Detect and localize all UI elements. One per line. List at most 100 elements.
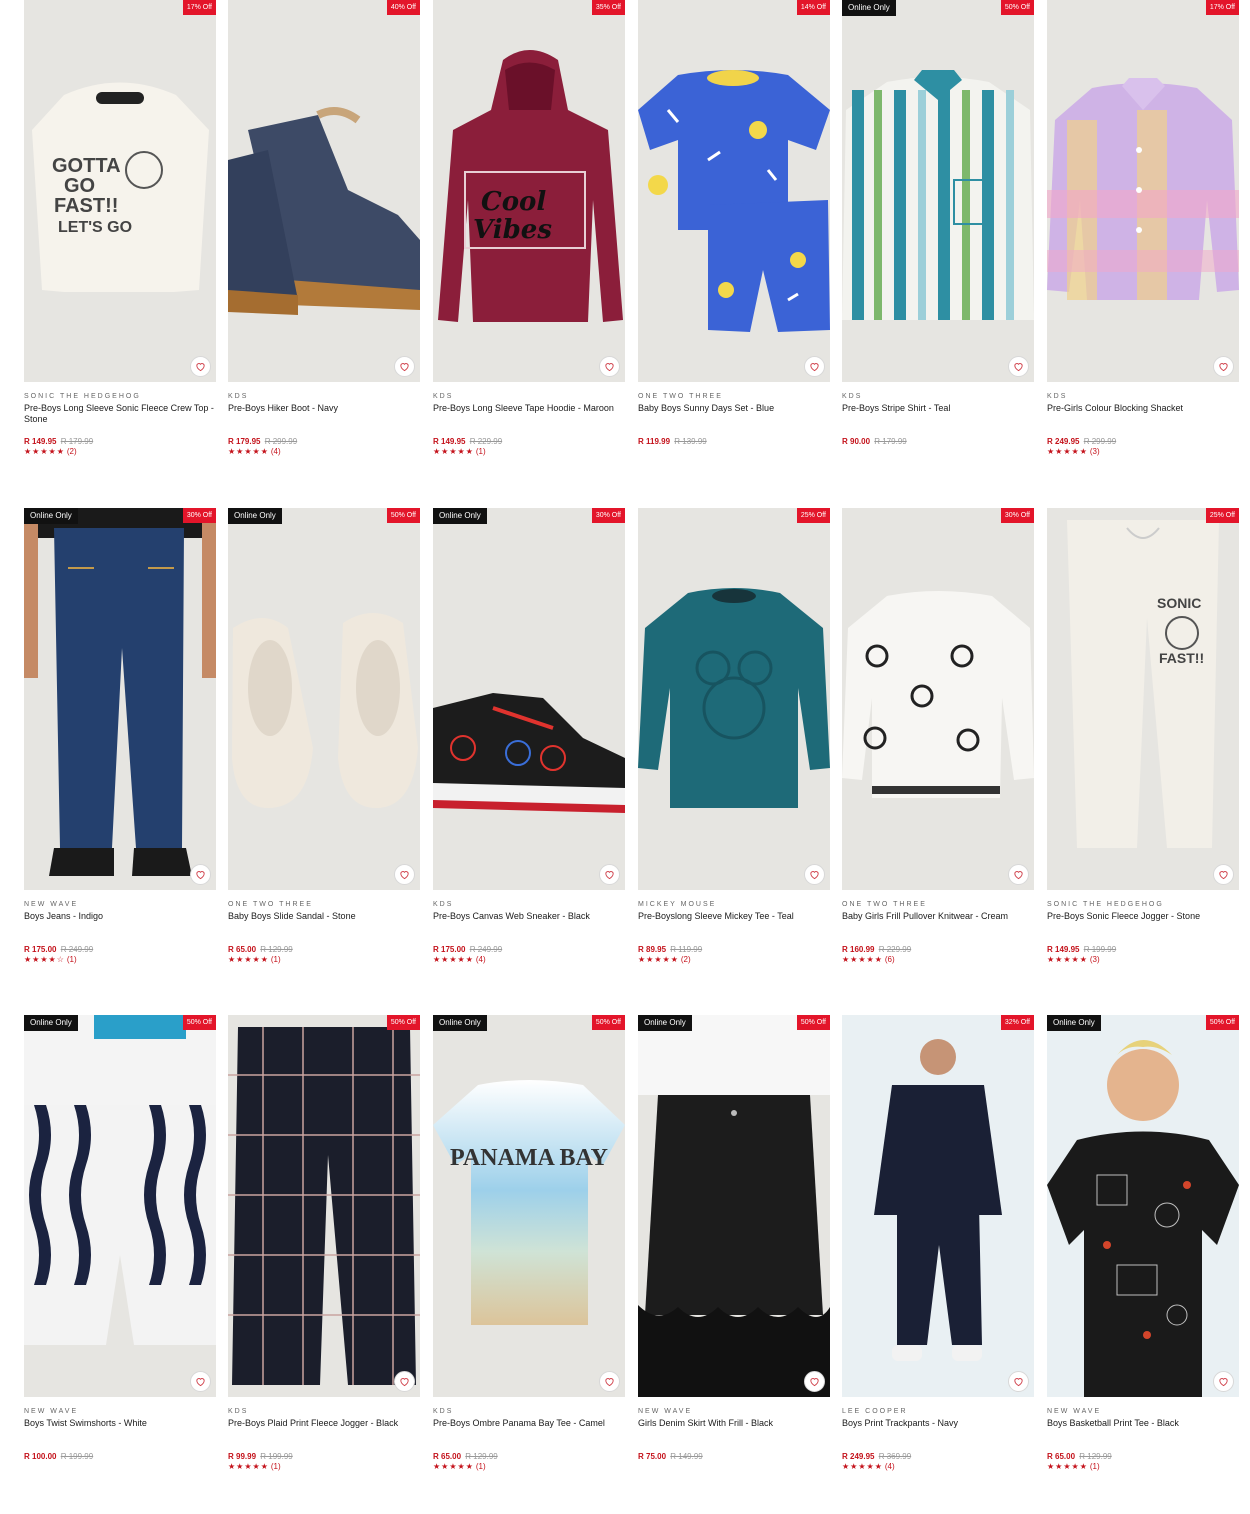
product-name[interactable]: Pre-Boys Sonic Fleece Jogger - Stone [1047,911,1239,935]
product-image[interactable]: 25% Off [638,508,830,890]
product-brand[interactable]: KDS [228,392,420,401]
star-rating[interactable]: ★★★★☆ (1) [24,955,216,965]
product-brand[interactable]: NEW WAVE [24,900,216,909]
product-card[interactable]: 30% Off ONE TWO THREE Baby Girls Frill P… [842,508,1034,965]
wishlist-heart-icon[interactable] [599,1371,620,1392]
star-rating[interactable]: ★★★★★ (1) [1047,1462,1239,1472]
product-name[interactable]: Pre-Boys Long Sleeve Sonic Fleece Crew T… [24,403,216,427]
product-brand[interactable]: KDS [1047,392,1239,401]
product-brand[interactable]: LEE COOPER [842,1407,1034,1416]
product-brand[interactable]: NEW WAVE [638,1407,830,1416]
product-name[interactable]: Boys Jeans - Indigo [24,911,216,935]
product-brand[interactable]: NEW WAVE [1047,1407,1239,1416]
wishlist-heart-icon[interactable] [1213,1371,1234,1392]
star-rating[interactable]: ★★★★★ (1) [228,955,420,965]
product-name[interactable]: Pre-Girls Colour Blocking Shacket [1047,403,1239,427]
product-name[interactable]: Pre-Boys Canvas Web Sneaker - Black [433,911,625,935]
product-brand[interactable]: SONIC THE HEDGEHOG [24,392,216,401]
wishlist-heart-icon[interactable] [804,356,825,377]
product-image[interactable]: PANAMA BAY Online Only 50% Off [433,1015,625,1397]
product-brand[interactable]: SONIC THE HEDGEHOG [1047,900,1239,909]
product-brand[interactable]: KDS [842,392,1034,401]
product-brand[interactable]: ONE TWO THREE [228,900,420,909]
star-rating[interactable]: ★★★★★ (4) [842,1462,1034,1472]
product-brand[interactable]: NEW WAVE [24,1407,216,1416]
product-image[interactable]: Cool Vibes 35% Off [433,0,625,382]
wishlist-heart-icon[interactable] [599,356,620,377]
star-rating[interactable]: ★★★★★ (2) [638,955,830,965]
product-image[interactable]: 30% Off [842,508,1034,890]
product-card[interactable]: 14% Off ONE TWO THREE Baby Boys Sunny Da… [638,0,830,447]
product-image[interactable]: SONIC FAST!! 25% Off [1047,508,1239,890]
product-image[interactable]: Online Only 50% Off [1047,1015,1239,1397]
product-image[interactable]: GOTTA GO FAST!! LET'S GO 17% Off [24,0,216,382]
product-card[interactable]: Online Only 50% Off KDS Pre-Boys Stripe … [842,0,1034,447]
product-card[interactable]: Online Only 50% Off NEW WAVE Boys Basket… [1047,1015,1239,1472]
wishlist-heart-icon[interactable] [1213,864,1234,885]
product-card[interactable]: Online Only 30% Off NEW WAVE Boys Jeans … [24,508,216,965]
wishlist-heart-icon[interactable] [394,864,415,885]
product-card[interactable]: PANAMA BAY Online Only 50% Off KDS Pre-B… [433,1015,625,1472]
product-card[interactable]: 40% Off KDS Pre-Boys Hiker Boot - Navy R… [228,0,420,457]
product-image[interactable]: Online Only 50% Off [228,508,420,890]
wishlist-heart-icon[interactable] [1213,356,1234,377]
wishlist-heart-icon[interactable] [1008,864,1029,885]
product-brand[interactable]: KDS [433,392,625,401]
product-image[interactable]: 32% Off [842,1015,1034,1397]
product-image[interactable]: 40% Off [228,0,420,382]
product-card[interactable]: Online Only 50% Off NEW WAVE Boys Twist … [24,1015,216,1462]
product-name[interactable]: Pre-Boyslong Sleeve Mickey Tee - Teal [638,911,830,935]
product-name[interactable]: Pre-Boys Plaid Print Fleece Jogger - Bla… [228,1418,420,1442]
product-image[interactable]: Online Only 50% Off [24,1015,216,1397]
product-card[interactable]: 50% Off KDS Pre-Boys Plaid Print Fleece … [228,1015,420,1472]
product-name[interactable]: Pre-Boys Long Sleeve Tape Hoodie - Maroo… [433,403,625,427]
product-name[interactable]: Pre-Boys Stripe Shirt - Teal [842,403,1034,427]
wishlist-heart-icon[interactable] [394,356,415,377]
product-image[interactable]: 14% Off [638,0,830,382]
star-rating[interactable]: ★★★★★ (4) [433,955,625,965]
product-name[interactable]: Baby Girls Frill Pullover Knitwear - Cre… [842,911,1034,935]
product-brand[interactable]: KDS [433,1407,625,1416]
wishlist-heart-icon[interactable] [599,864,620,885]
product-name[interactable]: Boys Print Trackpants - Navy [842,1418,1034,1442]
product-card[interactable]: 32% Off LEE COOPER Boys Print Trackpants… [842,1015,1034,1472]
product-card[interactable]: GOTTA GO FAST!! LET'S GO 17% Off SONIC T… [24,0,216,457]
product-name[interactable]: Girls Denim Skirt With Frill - Black [638,1418,830,1442]
product-brand[interactable]: KDS [433,900,625,909]
wishlist-heart-icon[interactable] [190,356,211,377]
star-rating[interactable]: ★★★★★ (3) [1047,447,1239,457]
product-name[interactable]: Boys Twist Swimshorts - White [24,1418,216,1442]
product-brand[interactable]: ONE TWO THREE [842,900,1034,909]
product-card[interactable]: Online Only 50% Off ONE TWO THREE Baby B… [228,508,420,965]
product-image[interactable]: Online Only 50% Off [842,0,1034,382]
product-image[interactable]: 50% Off [228,1015,420,1397]
product-image[interactable]: 17% Off [1047,0,1239,382]
star-rating[interactable]: ★★★★★ (2) [24,447,216,457]
product-name[interactable]: Baby Boys Slide Sandal - Stone [228,911,420,935]
product-brand[interactable]: ONE TWO THREE [638,392,830,401]
wishlist-heart-icon[interactable] [804,1371,825,1392]
star-rating[interactable]: ★★★★★ (4) [228,447,420,457]
wishlist-heart-icon[interactable] [190,1371,211,1392]
wishlist-heart-icon[interactable] [394,1371,415,1392]
product-name[interactable]: Pre-Boys Hiker Boot - Navy [228,403,420,427]
product-card[interactable]: Online Only 30% Off KDS Pre-Boys Canvas … [433,508,625,965]
wishlist-heart-icon[interactable] [190,864,211,885]
product-card[interactable]: Cool Vibes 35% Off KDS Pre-Boys Long Sle… [433,0,625,457]
wishlist-heart-icon[interactable] [1008,356,1029,377]
product-brand[interactable]: MICKEY MOUSE [638,900,830,909]
product-image[interactable]: Online Only 30% Off [24,508,216,890]
star-rating[interactable]: ★★★★★ (3) [1047,955,1239,965]
product-card[interactable]: 17% Off KDS Pre-Girls Colour Blocking Sh… [1047,0,1239,457]
wishlist-heart-icon[interactable] [1008,1371,1029,1392]
product-name[interactable]: Pre-Boys Ombre Panama Bay Tee - Camel [433,1418,625,1442]
product-image[interactable]: Online Only 50% Off [638,1015,830,1397]
star-rating[interactable]: ★★★★★ (1) [433,447,625,457]
product-brand[interactable]: KDS [228,1407,420,1416]
product-name[interactable]: Baby Boys Sunny Days Set - Blue [638,403,830,427]
star-rating[interactable]: ★★★★★ (6) [842,955,1034,965]
product-card[interactable]: Online Only 50% Off NEW WAVE Girls Denim… [638,1015,830,1462]
star-rating[interactable]: ★★★★★ (1) [228,1462,420,1472]
product-image[interactable]: Online Only 30% Off [433,508,625,890]
product-card[interactable]: SONIC FAST!! 25% Off SONIC THE HEDGEHOG … [1047,508,1239,965]
